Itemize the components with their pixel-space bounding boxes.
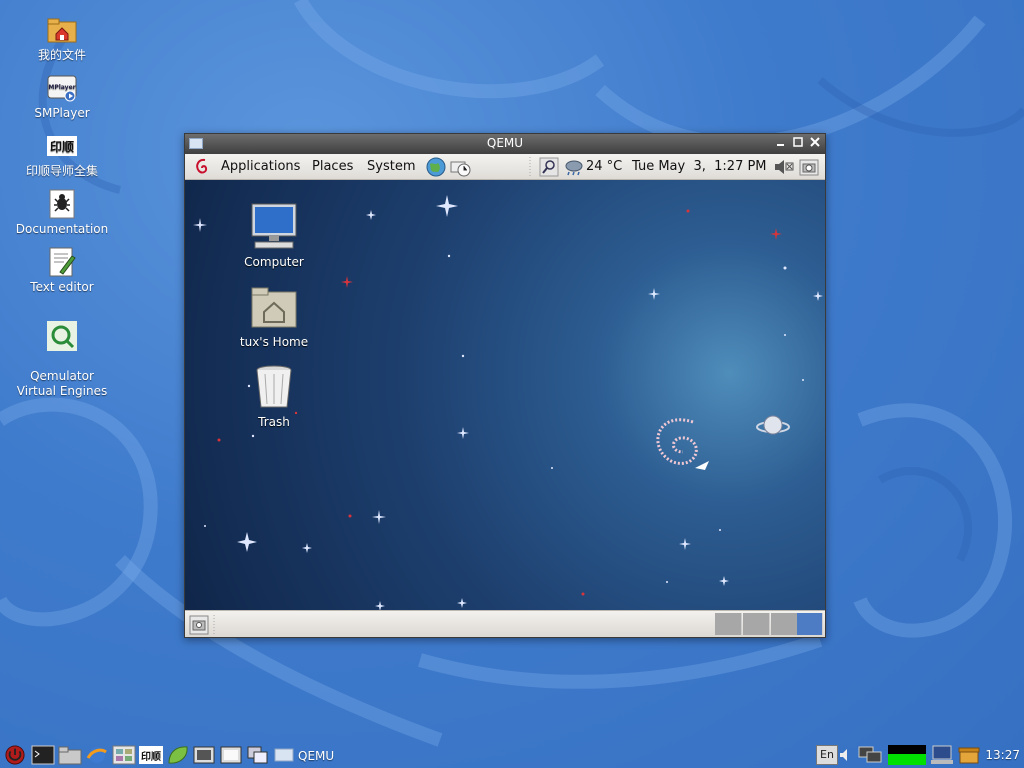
desktop-icon-my-files[interactable]: 我的文件	[6, 14, 118, 63]
guest-icon-computer[interactable]: Computer	[229, 202, 319, 269]
taskbar-task-label: QEMU	[298, 749, 335, 763]
search-icon[interactable]	[539, 157, 559, 177]
guest-icon-label: tux's Home	[239, 335, 309, 349]
volume-icon[interactable]	[773, 158, 795, 176]
switch-windows-icon[interactable]	[247, 745, 269, 765]
menu-applications[interactable]: Applications	[221, 159, 300, 174]
smplayer-icon: MPlayer	[47, 75, 77, 102]
taskbar-clock[interactable]: 13:27	[985, 748, 1020, 762]
book-collection-icon: 印顺	[47, 136, 77, 156]
leaf-app-icon[interactable]	[166, 745, 190, 765]
taskbar-book-badge: 印顺	[141, 751, 161, 763]
qemu-titlebar[interactable]: QEMU	[185, 134, 825, 154]
book-collection-icon[interactable]: 印顺	[139, 745, 163, 765]
workspace-1[interactable]	[715, 613, 742, 635]
minimize-button[interactable]	[774, 136, 788, 151]
maximize-icon	[793, 137, 803, 147]
debian-swirl-icon[interactable]	[193, 157, 213, 177]
maximize-button[interactable]	[791, 136, 805, 151]
volume-icon[interactable]	[839, 745, 849, 765]
network-icon[interactable]	[858, 745, 884, 765]
mail-clock-icon[interactable]	[449, 156, 471, 178]
display-icon[interactable]	[930, 745, 954, 765]
guest-top-panel: Applications Places System 24 °C Tue May…	[185, 154, 825, 180]
desktop-icon-book-collection[interactable]: 印顺 印顺导师全集	[6, 130, 118, 179]
desktop-icon-label: SMPlayer	[34, 106, 90, 120]
panel-separator	[529, 157, 531, 177]
documentation-icon	[49, 189, 75, 219]
desktop-icon-label: Text editor	[30, 280, 94, 294]
desktop-icon-label: 印顺导师全集	[25, 164, 98, 178]
panel-clock[interactable]: Tue May 3, 1:27 PM	[632, 159, 767, 174]
qemulator-icon	[47, 321, 77, 351]
close-icon	[810, 137, 820, 147]
guest-desktop[interactable]: Computer tux's Home Trash	[185, 180, 825, 610]
trash-icon	[256, 365, 292, 408]
terminal-icon[interactable]	[31, 745, 55, 765]
menu-system[interactable]: System	[367, 159, 415, 174]
smplayer-badge: MPlayer	[48, 84, 75, 91]
desktop-icon-label: Documentation	[15, 222, 109, 236]
cpu-monitor-icon[interactable]	[888, 745, 926, 765]
desktop-icon-label: Qemulator Virtual Engines	[16, 369, 108, 398]
control-panel-icon[interactable]	[112, 745, 136, 765]
minimize-icon	[777, 144, 784, 146]
window-title: QEMU	[486, 136, 524, 150]
computer-icon	[251, 203, 297, 249]
weather-temperature[interactable]: 24 °C	[586, 159, 622, 174]
home-folder-icon	[251, 287, 297, 328]
file-manager-icon[interactable]	[58, 745, 82, 765]
workspace-3[interactable]	[771, 613, 798, 635]
menu-places[interactable]: Places	[312, 159, 353, 174]
panel-separator	[213, 615, 215, 635]
qemu-window[interactable]: QEMU Applications Places System 24 °C Tu…	[184, 133, 826, 638]
text-editor-icon	[49, 247, 76, 277]
window-icon	[274, 748, 294, 762]
keyboard-layout-indicator[interactable]: En	[816, 745, 838, 765]
show-desktop-icon[interactable]	[189, 615, 209, 635]
desktop-icon-qemulator[interactable]: Qemulator Virtual Engines	[6, 305, 118, 414]
window-icon[interactable]	[193, 745, 215, 765]
book-badge: 印顺	[50, 139, 74, 154]
close-button[interactable]	[808, 136, 822, 151]
start-menu-icon[interactable]	[4, 745, 26, 765]
desktop-icon-documentation[interactable]: Documentation	[6, 188, 118, 237]
debian-swirl-art	[656, 418, 698, 465]
desktop-icon-label: 我的文件	[37, 48, 86, 62]
taskbar-task-qemu[interactable]: QEMU	[272, 745, 342, 765]
web-browser-icon[interactable]	[425, 156, 447, 178]
guest-icon-trash[interactable]: Trash	[229, 362, 319, 429]
desktop-icon-smplayer[interactable]: MPlayer SMPlayer	[6, 72, 118, 121]
home-folder-icon	[47, 18, 77, 43]
guest-icon-home[interactable]: tux's Home	[229, 282, 319, 349]
workspace-4-active[interactable]	[797, 613, 823, 635]
guest-icon-label: Trash	[258, 415, 290, 429]
guest-icon-label: Computer	[244, 255, 304, 269]
archive-icon[interactable]	[958, 745, 980, 765]
browser-icon[interactable]	[85, 745, 109, 765]
desktop-icon-text-editor[interactable]: Text editor	[6, 246, 118, 295]
guest-bottom-panel	[185, 610, 825, 637]
workspace-2[interactable]	[743, 613, 770, 635]
window-icon[interactable]	[220, 745, 242, 765]
weather-icon[interactable]	[564, 158, 584, 176]
host-taskbar: 印顺 QEMU En 13:27	[0, 742, 1024, 768]
screenshot-camera-icon[interactable]	[799, 157, 819, 177]
